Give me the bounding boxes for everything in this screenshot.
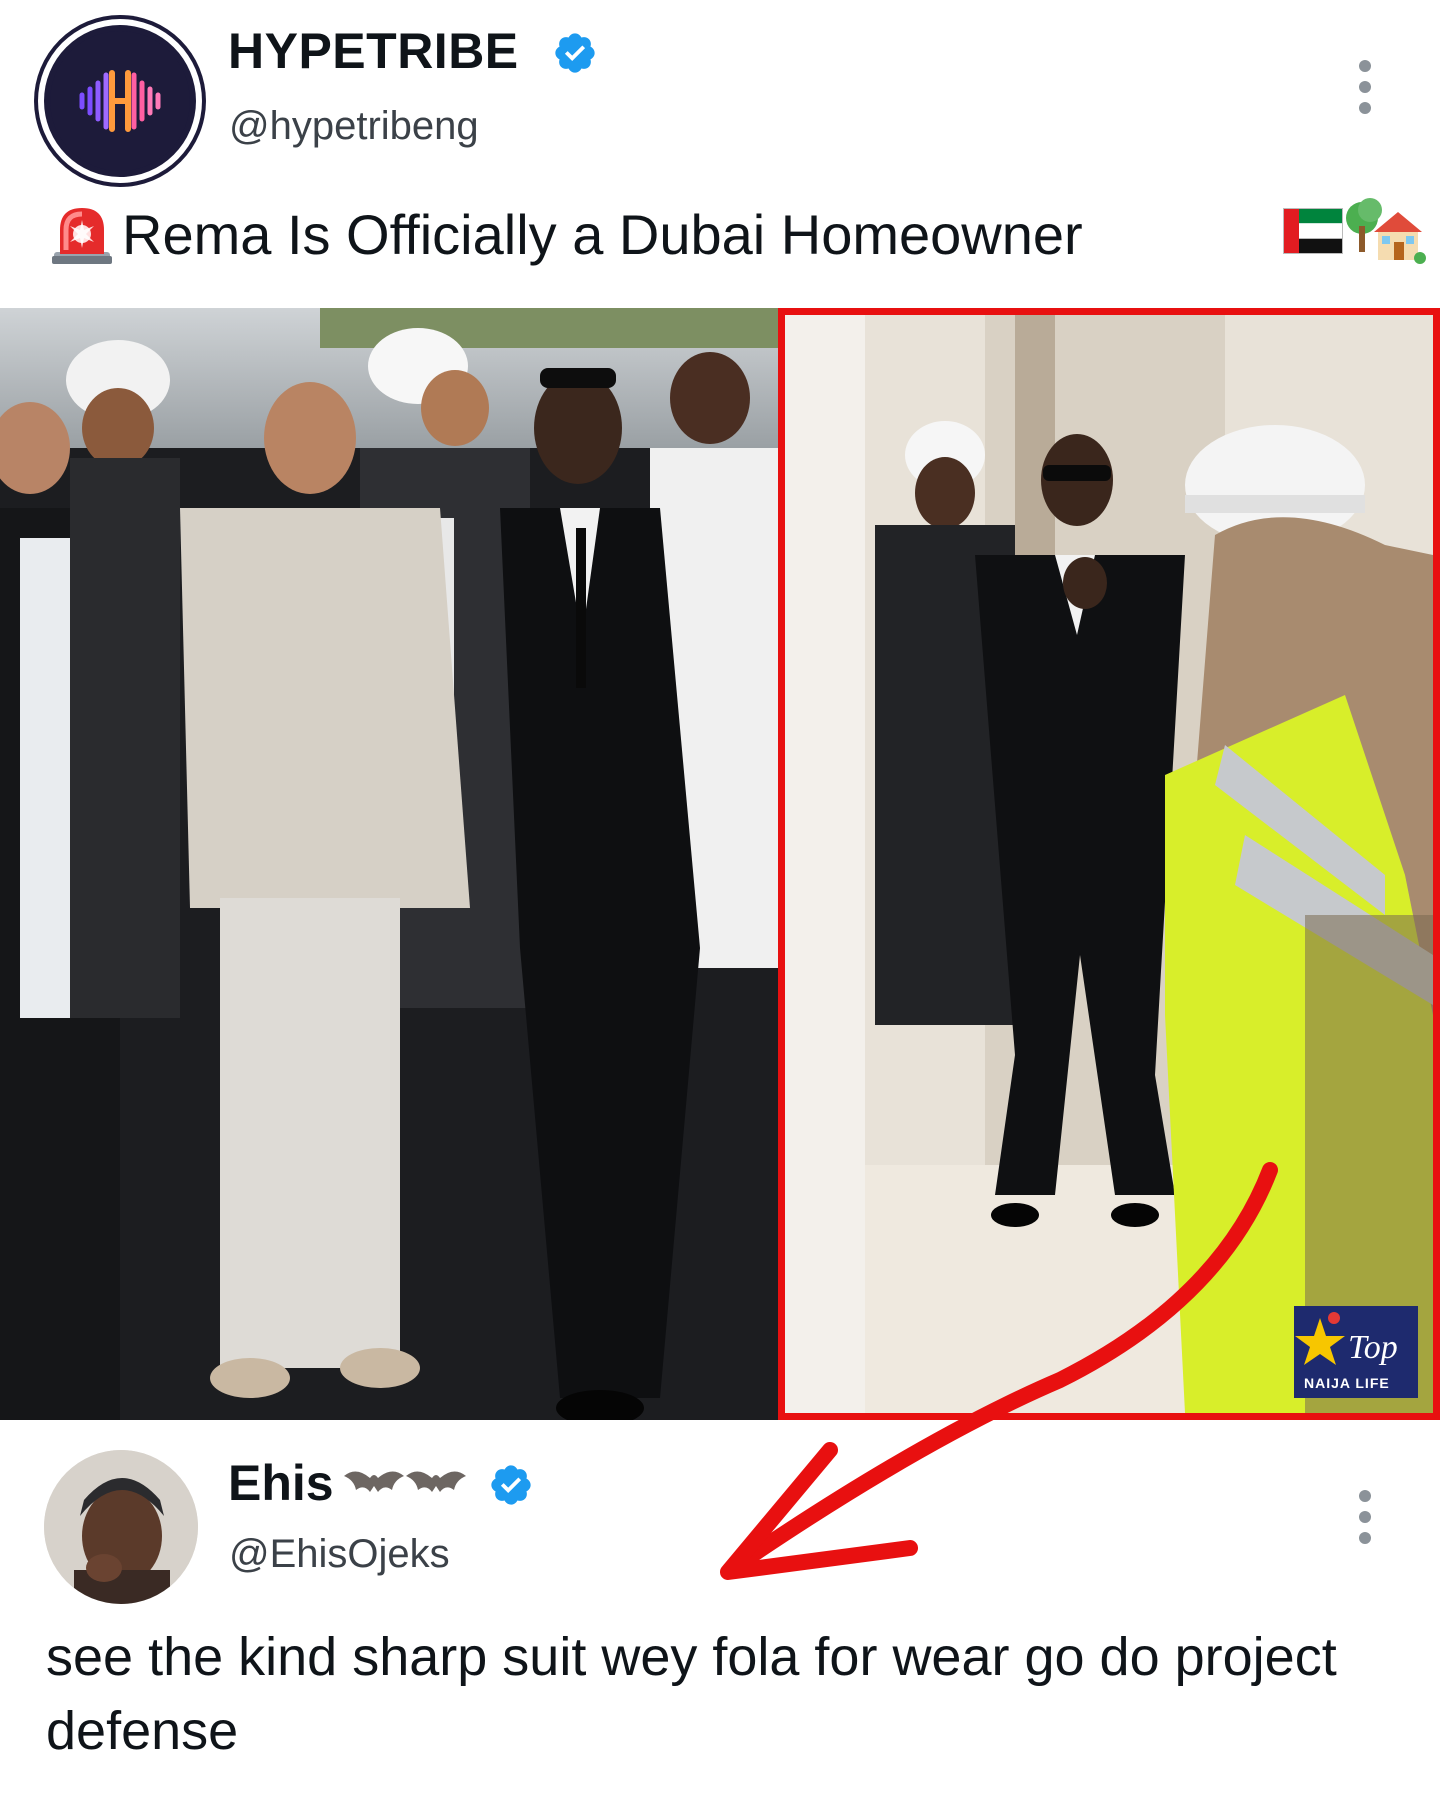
highlighted-photo[interactable] xyxy=(778,308,1440,1420)
more-options-button[interactable] xyxy=(1350,60,1380,120)
reply-author-handle[interactable]: @EhisOjeks xyxy=(229,1532,450,1577)
group-photo[interactable] xyxy=(0,308,778,1420)
waveform-logo-icon xyxy=(50,31,190,171)
reply-text: see the kind sharp suit wey fola for wea… xyxy=(46,1627,1337,1761)
watermark-subtext: NAIJA LIFE xyxy=(1304,1375,1390,1391)
reply-more-options-button[interactable] xyxy=(1350,1490,1380,1550)
profile-photo xyxy=(44,1450,198,1604)
ehis-avatar[interactable] xyxy=(44,1450,198,1604)
author-handle[interactable]: @hypetribeng xyxy=(229,104,479,149)
post-header: HYPETRIBE @hypetribeng xyxy=(0,0,1440,177)
more-dots-icon xyxy=(1359,1490,1371,1502)
reply-post: Ehis @EhisOjeks see the kind sharp suit … xyxy=(0,1420,1440,1800)
post-media[interactable] xyxy=(0,308,1440,1420)
corridor-photo xyxy=(785,315,1433,1413)
uae-flag-icon xyxy=(1283,208,1343,254)
post-text-row: Rema Is Officially a Dubai Homeowner xyxy=(48,198,1428,270)
post-text: Rema Is Officially a Dubai Homeowner xyxy=(122,203,1083,266)
top-naija-life-watermark: Top NAIJA LIFE xyxy=(1294,1306,1418,1398)
author-name[interactable]: HYPETRIBE xyxy=(228,22,519,80)
more-dots-icon xyxy=(1359,60,1371,72)
watermark-top-text: Top xyxy=(1348,1329,1398,1366)
reply-author-name[interactable]: Ehis xyxy=(228,1454,334,1512)
verified-badge-icon xyxy=(555,33,595,73)
bat-icon xyxy=(344,1471,466,1492)
police-car-light-icon xyxy=(52,208,112,264)
hypetribe-avatar[interactable] xyxy=(44,25,196,177)
house-with-garden-icon xyxy=(1346,198,1426,264)
verified-badge-icon xyxy=(491,1465,531,1505)
